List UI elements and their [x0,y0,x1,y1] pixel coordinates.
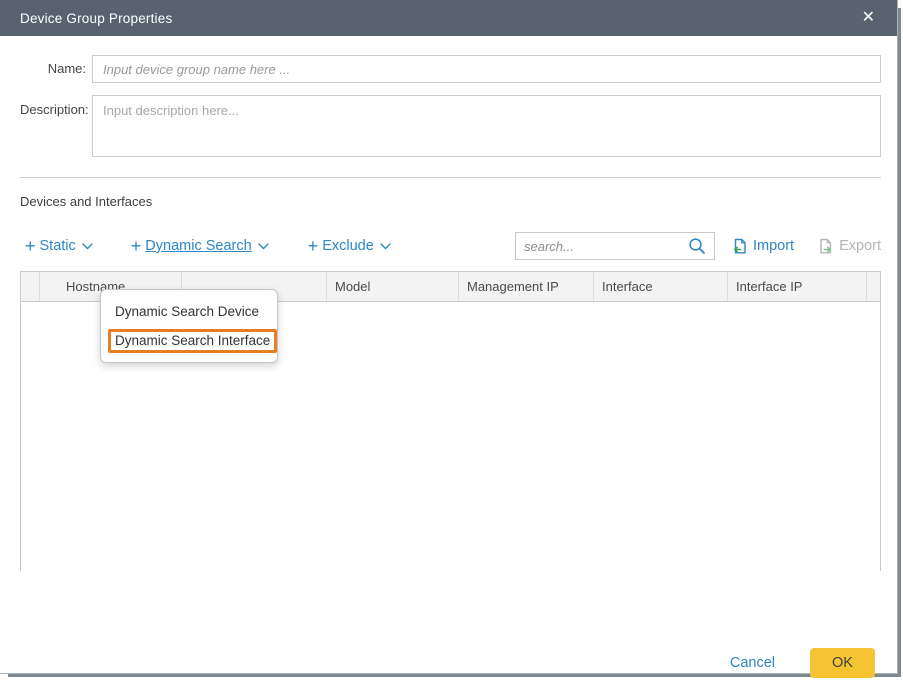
close-icon[interactable]: ✕ [856,6,881,30]
description-label: Description: [20,95,92,118]
plus-icon: + [25,237,36,255]
dialog-titlebar: Device Group Properties ✕ [0,0,897,36]
name-label: Name: [20,55,92,83]
add-exclude-button[interactable]: + Exclude [308,237,391,255]
column-header-model[interactable]: Model [326,272,458,301]
dialog-footer: Cancel OK [730,648,875,678]
import-button[interactable]: Import [732,238,794,255]
highlight-box: Dynamic Search Interface [108,329,277,353]
column-header-interface[interactable]: Interface [593,272,727,301]
dynamic-search-label: Dynamic Search [145,238,251,254]
search-input[interactable] [516,239,684,254]
device-group-properties-dialog: Device Group Properties ✕ Name: Descript… [0,0,897,673]
import-icon [732,238,748,255]
dynamic-search-dropdown: Dynamic Search Device Dynamic Search Int… [100,289,278,363]
add-static-button[interactable]: + Static [25,237,93,255]
name-row: Name: [20,55,881,83]
export-icon [818,238,834,255]
column-header-spacer [21,272,39,301]
menu-item-label: Dynamic Search Device [115,304,259,319]
cancel-button[interactable]: Cancel [730,655,775,671]
exclude-label: Exclude [322,238,374,254]
add-dynamic-search-button[interactable]: + Dynamic Search [131,237,269,255]
dialog-title: Device Group Properties [20,11,172,26]
devices-interfaces-heading: Devices and Interfaces [20,194,881,209]
section-divider [20,177,881,178]
export-label: Export [839,238,881,254]
toolbar-right-group: Import Export [515,232,881,260]
chevron-down-icon [258,243,269,250]
description-input[interactable] [92,95,881,157]
dialog-content: Name: Description: Devices and Interface… [0,55,897,692]
name-input[interactable] [92,55,881,83]
export-button: Export [818,238,881,255]
plus-icon: + [308,237,319,255]
plus-icon: + [131,237,142,255]
column-header-end-spacer [866,272,880,301]
menu-item-dynamic-search-device[interactable]: Dynamic Search Device [101,297,277,326]
chevron-down-icon [82,243,93,250]
description-row: Description: [20,95,881,157]
devices-toolbar: + Static + Dynamic Search + Exclude [20,232,881,260]
search-box [515,232,715,260]
column-header-interface-ip[interactable]: Interface IP [727,272,866,301]
menu-item-dynamic-search-interface[interactable]: Dynamic Search Interface [101,326,277,355]
import-label: Import [753,238,794,254]
column-header-management-ip[interactable]: Management IP [458,272,593,301]
static-label: Static [40,238,76,254]
search-icon[interactable] [684,237,714,255]
ok-button[interactable]: OK [810,648,875,678]
chevron-down-icon [380,243,391,250]
